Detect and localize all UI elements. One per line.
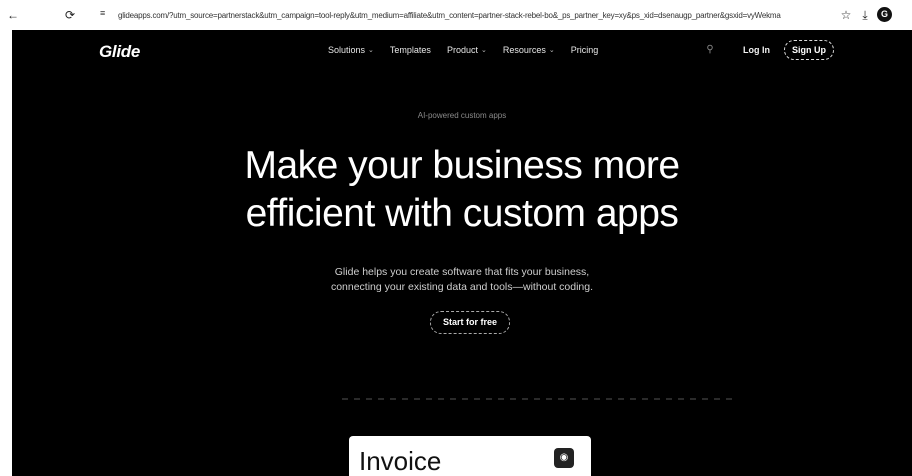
login-link[interactable]: Log In: [743, 45, 770, 55]
chevron-down-icon: ⌄: [480, 47, 487, 54]
hero-subtitle-line: connecting your existing data and tools—…: [330, 281, 594, 293]
hero-title-line: efficient with custom apps: [245, 192, 679, 235]
bookmark-star-icon[interactable]: ☆: [838, 7, 854, 23]
nav-resources[interactable]: Resources ⌄: [503, 45, 555, 55]
start-for-free-button[interactable]: Start for free: [430, 311, 510, 334]
hero-tagline: AI-powered custom apps: [417, 111, 507, 120]
site-info-icon[interactable]: ≡: [100, 8, 105, 18]
nav-label: Product: [446, 45, 478, 55]
hero-subtitle: Glide helps you create software that fit…: [12, 265, 912, 295]
main-nav: Solutions ⌄ Templates Product ⌄ Resource…: [328, 45, 614, 55]
browser-toolbar: ← ⟳ ≡ glideapps.com/?utm_source=partners…: [0, 0, 912, 30]
reload-icon[interactable]: ⟳: [62, 7, 78, 23]
nav-pricing[interactable]: Pricing: [571, 45, 599, 55]
hero-subtitle-line: Glide helps you create software that fit…: [334, 266, 590, 278]
app-preview-card: Invoice ◉: [349, 436, 591, 476]
glide-logo[interactable]: Glide: [99, 42, 140, 62]
download-icon[interactable]: ⤓: [857, 7, 873, 23]
search-icon[interactable]: ⚲: [704, 44, 716, 56]
nav-label: Resources: [502, 45, 546, 55]
page-content: Glide Solutions ⌄ Templates Product ⌄ Re…: [12, 30, 912, 476]
nav-label: Pricing: [570, 45, 599, 55]
camera-icon: ◉: [554, 448, 574, 468]
address-bar[interactable]: glideapps.com/?utm_source=partnerstack&u…: [118, 9, 823, 22]
nav-templates[interactable]: Templates: [390, 45, 431, 55]
nav-label: Solutions: [328, 45, 366, 55]
invoice-title: Invoice: [359, 446, 442, 476]
chevron-down-icon: ⌄: [368, 47, 374, 54]
nav-solutions[interactable]: Solutions ⌄: [328, 45, 374, 55]
profile-avatar[interactable]: G: [877, 7, 892, 22]
nav-label: Templates: [389, 45, 431, 55]
logo-strip-divider: [342, 398, 732, 400]
signup-button[interactable]: Sign Up: [784, 40, 834, 60]
chevron-down-icon: ⌄: [548, 47, 555, 54]
nav-product[interactable]: Product ⌄: [447, 45, 487, 55]
back-arrow-icon[interactable]: ←: [5, 7, 21, 23]
hero-title: Make your business more efficient with c…: [12, 142, 912, 238]
hero-title-line: Make your business more: [244, 144, 680, 187]
